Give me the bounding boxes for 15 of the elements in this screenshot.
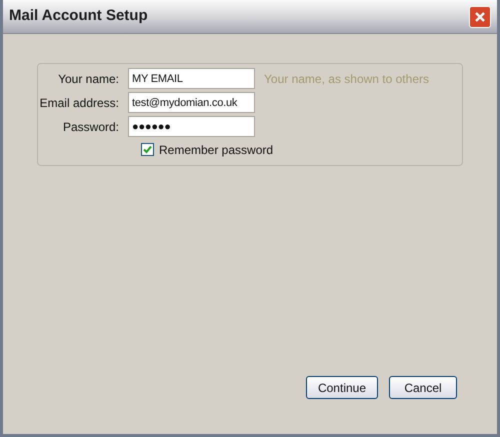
field-label: Your name: [57,70,120,88]
dialog-button[interactable]: Cancel [389,376,457,399]
hint-text: Your name, as shown to others [264,70,429,88]
checkbox-label: Remember password [159,142,274,158]
field-label: Email address: [38,94,120,112]
window-title: Mail Account Setup [9,6,148,26]
input-field[interactable]: ●●●●●● [128,116,255,137]
input-field[interactable]: test@mydomian.co.uk [128,92,255,113]
close-icon [474,10,486,22]
check-icon [143,145,152,154]
dialog-button[interactable]: Continue [306,376,378,399]
close-button[interactable] [469,6,491,28]
input-field[interactable]: MY EMAIL [128,68,255,89]
field-label: Password: [62,118,120,136]
checkbox[interactable] [141,143,154,156]
